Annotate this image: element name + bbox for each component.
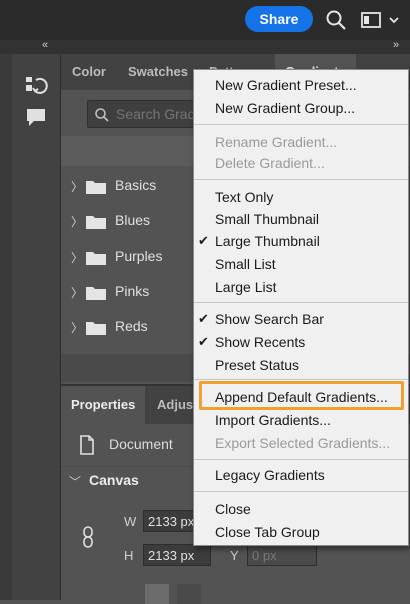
chevron-right-icon[interactable]: 〉 [71, 249, 83, 266]
search-icon[interactable] [325, 9, 347, 31]
menu-item-close-tab-group[interactable]: Close Tab Group [194, 521, 408, 543]
y-field[interactable] [247, 544, 317, 566]
menu-item-new-gradient-preset[interactable]: New Gradient Preset... [194, 74, 408, 96]
menu-item-export-selected-gradients: Export Selected Gradients... [215, 435, 391, 451]
menu-separator [194, 179, 408, 180]
menu-item-import-gradients[interactable]: Import Gradients... [194, 409, 408, 431]
menu-item-small-list[interactable]: Small List [194, 253, 408, 275]
folder-icon [86, 252, 106, 265]
section-title: Canvas [89, 472, 139, 488]
document-label: Document [109, 436, 173, 452]
landscape-orientation-button[interactable] [177, 584, 201, 604]
tab-properties[interactable]: Properties [61, 386, 146, 424]
group-label: Reds [115, 318, 148, 334]
chevron-down-icon[interactable] [387, 9, 401, 31]
chevron-right-icon[interactable]: 〉 [71, 178, 83, 195]
menu-item-label: Show Search Bar [215, 311, 324, 327]
comment-icon[interactable] [24, 106, 48, 128]
menu-separator [194, 302, 408, 303]
checkmark-icon: ✔ [198, 334, 209, 349]
height-label: H [124, 548, 134, 563]
chevron-right-icon[interactable]: 〉 [71, 284, 83, 301]
chevron-right-icon[interactable]: 〉 [71, 319, 83, 336]
tab-swatches[interactable]: Swatches [128, 54, 188, 90]
y-label: Y [230, 548, 239, 563]
search-icon [95, 108, 109, 122]
group-label: Blues [115, 212, 151, 228]
collapse-left-icon[interactable]: « [42, 39, 48, 51]
menu-item-show-search-bar[interactable]: ✔ Show Search Bar [194, 308, 408, 330]
workspace-icon[interactable] [360, 9, 382, 31]
tool-strip [12, 54, 61, 600]
menu-separator [194, 459, 408, 460]
group-label: Basics [115, 177, 157, 193]
menu-item-rename-gradient: Rename Gradient... [215, 134, 338, 150]
collapse-right-icon[interactable]: » [393, 39, 399, 51]
menu-item-large-list[interactable]: Large List [194, 276, 408, 298]
menu-item-large-thumbnail[interactable]: ✔ Large Thumbnail [194, 230, 408, 252]
share-button[interactable]: Share [245, 6, 313, 32]
menu-item-label: Large Thumbnail [215, 233, 320, 249]
panel-collapse-strip: « » [0, 39, 410, 54]
menu-item-close[interactable]: Close [194, 498, 408, 520]
menu-item-small-thumbnail[interactable]: Small Thumbnail [194, 208, 408, 230]
checkmark-icon: ✔ [198, 233, 209, 248]
group-label: Pinks [115, 283, 150, 299]
chevron-right-icon[interactable]: 〉 [71, 213, 83, 230]
menu-separator [194, 379, 408, 380]
portrait-orientation-button[interactable] [145, 584, 169, 604]
menu-item-legacy-gradients[interactable]: Legacy Gradients [194, 464, 408, 486]
menu-item-delete-gradient: Delete Gradient... [215, 155, 325, 171]
menu-item-text-only[interactable]: Text Only [194, 186, 408, 208]
menu-separator [194, 491, 408, 492]
width-label: W [124, 514, 137, 529]
height-field[interactable] [143, 544, 211, 566]
menu-item-append-default-gradients[interactable]: Append Default Gradients... [194, 386, 408, 408]
document-icon [80, 435, 94, 455]
menu-separator [194, 124, 408, 125]
folder-icon [86, 322, 106, 335]
panel-flyout-menu: New Gradient Preset... New Gradient Grou… [193, 69, 409, 546]
checkmark-icon: ✔ [198, 311, 209, 326]
menu-item-new-gradient-group[interactable]: New Gradient Group... [194, 97, 408, 119]
folder-icon [86, 287, 106, 300]
tab-color[interactable]: Color [72, 54, 106, 90]
menu-item-show-recents[interactable]: ✔ Show Recents [194, 331, 408, 353]
menu-item-preset-status[interactable]: Preset Status [194, 354, 408, 376]
rotate-view-icon[interactable] [24, 74, 48, 96]
group-label: Purples [115, 248, 163, 264]
link-icon[interactable] [81, 526, 95, 548]
folder-icon [86, 216, 106, 229]
folder-icon [86, 181, 106, 194]
app-top-bar: Share [0, 0, 410, 40]
menu-item-label: Show Recents [215, 334, 306, 350]
chevron-down-icon[interactable]: ﹀ [69, 473, 81, 490]
